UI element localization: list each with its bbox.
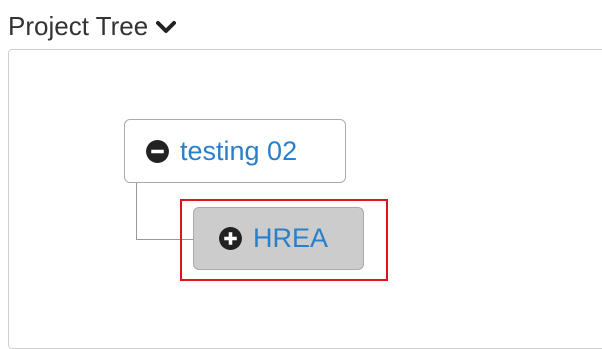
tree-node-label[interactable]: testing 02: [180, 136, 297, 167]
tree-node-label[interactable]: HREA: [253, 223, 328, 254]
plus-circle-icon[interactable]: [218, 226, 243, 251]
minus-circle-icon[interactable]: [145, 139, 170, 164]
tree-node-root[interactable]: testing 02: [124, 119, 346, 183]
project-tree-panel: testing 02 HREA: [8, 49, 602, 349]
tree-node-child[interactable]: HREA: [193, 207, 364, 270]
project-tree-header[interactable]: Project Tree: [8, 8, 177, 44]
tree-connector-horizontal: [136, 239, 193, 240]
tree-connector-vertical: [136, 183, 137, 240]
chevron-down-icon[interactable]: [156, 20, 177, 34]
page-title: Project Tree: [8, 10, 149, 41]
